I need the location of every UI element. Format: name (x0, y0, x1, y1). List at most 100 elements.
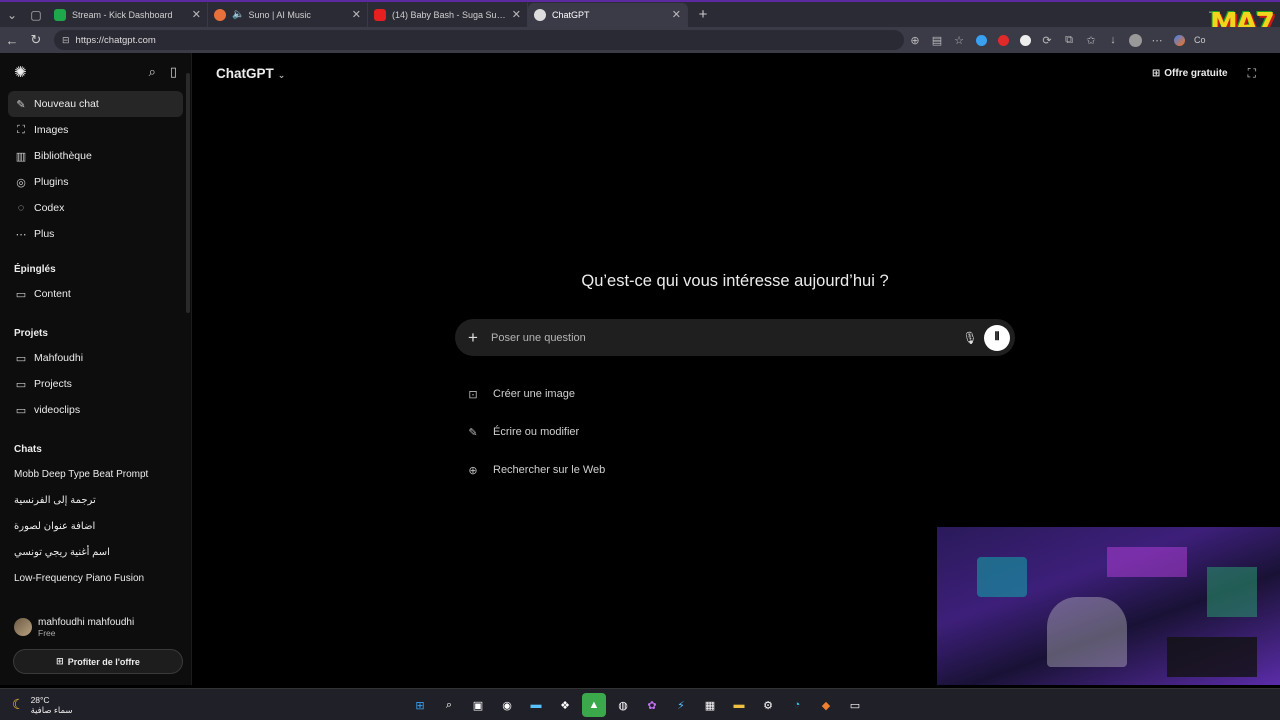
chat-history-item[interactable]: Mobb Deep Type Beat Prompt (0, 461, 191, 487)
close-tab-icon[interactable]: ✕ (672, 8, 681, 21)
user-profile[interactable]: mahfoudhi mahfoudhi Free (0, 612, 192, 642)
temporary-chat-icon[interactable]: ⛶ (1248, 66, 1256, 81)
task-view-icon[interactable]: ▣ (466, 693, 490, 717)
suggestion-label: Rechercher sur le Web (493, 464, 606, 476)
sidebar-scrollbar[interactable] (186, 73, 190, 313)
extensions-icon[interactable]: ⟳ (1036, 29, 1058, 51)
split-screen-icon[interactable]: ⧉ (1058, 29, 1080, 51)
app-icon[interactable]: ◉ (495, 693, 519, 717)
weather-widget[interactable]: ☾ 28°C سماء صافية (12, 695, 73, 715)
tab-actions-icon[interactable]: ⌄ (0, 3, 24, 27)
browser-tab[interactable]: Stream - Kick Dashboard ✕ (48, 2, 208, 27)
close-tab-icon[interactable]: ✕ (192, 8, 201, 21)
claim-offer-button[interactable]: ⊞ Profiter de l'offre (13, 649, 183, 674)
favorite-star-icon[interactable]: ☆ (948, 29, 970, 51)
sidebar-item-library[interactable]: ▥ Bibliothèque (8, 143, 183, 169)
app-icon[interactable]: ◍ (611, 693, 635, 717)
back-icon[interactable]: ← (0, 33, 24, 48)
microphone-icon[interactable]: 🎙 (956, 331, 984, 345)
openai-logo-icon[interactable]: ✺ (14, 63, 27, 81)
chevron-down-icon: ⌄ (277, 69, 286, 80)
sidebar-item-pinned[interactable]: ▭ Content (8, 281, 183, 307)
suggestion-write-edit[interactable]: ✎ Écrire ou modifier (465, 420, 579, 444)
extension-icon[interactable] (1014, 29, 1036, 51)
sidebar-item-label: Mahfoudhi (34, 352, 84, 364)
copilot-label[interactable]: Co (1194, 35, 1206, 45)
add-attachment-icon[interactable]: + (455, 328, 491, 348)
sidebar-item-project[interactable]: ▭ videoclips (8, 397, 183, 423)
browser-tab[interactable]: 🔈 Suno | AI Music ✕ (208, 2, 368, 27)
close-tab-icon[interactable]: ✕ (352, 8, 361, 21)
extension-icon[interactable] (992, 29, 1014, 51)
copilot-icon[interactable] (1168, 29, 1190, 51)
app-icon[interactable]: ◆ (814, 693, 838, 717)
chat-history-item[interactable]: اسم أغنية ريجي تونسي (0, 539, 124, 565)
search-icon[interactable]: ⌕ (437, 693, 461, 717)
sidebar-toggle-icon[interactable]: ▯ (170, 64, 177, 80)
new-tab-icon[interactable]: + (692, 6, 714, 23)
sidebar-item-more[interactable]: ⋯ Plus (8, 221, 183, 247)
refresh-icon[interactable]: ↻ (24, 32, 48, 48)
sidebar-item-project[interactable]: ▭ Mahfoudhi (8, 345, 183, 371)
app-icon[interactable]: ▬ (524, 693, 548, 717)
sidebar-item-images[interactable]: ⛶ Images (8, 117, 183, 143)
claim-offer-label: Profiter de l'offre (67, 656, 140, 667)
free-offer-link[interactable]: ⊞ Offre gratuite (1152, 68, 1228, 79)
chat-history-item[interactable]: ترجمة إلى الفرنسية (0, 487, 110, 513)
app-icon[interactable]: ⚙ (756, 693, 780, 717)
more-options-icon[interactable]: ⋯ (1146, 29, 1168, 51)
extension-icon[interactable] (970, 29, 992, 51)
sidebar-item-codex[interactable]: ◌ Codex (8, 195, 183, 221)
browser-tab[interactable]: (14) Baby Bash - Suga Suga (Offici ✕ (368, 2, 528, 27)
profile-avatar-icon[interactable] (1124, 29, 1146, 51)
browser-tab-strip: ⌄ ▢ Stream - Kick Dashboard ✕ 🔈 Suno | A… (0, 0, 1280, 39)
search-icon[interactable]: ⌕ (149, 64, 156, 80)
voice-mode-button[interactable]: ⦀ (984, 324, 1010, 351)
downloads-icon[interactable]: ↓ (1102, 29, 1124, 51)
windows-start-icon[interactable]: ⊞ (408, 693, 432, 717)
codex-icon: ◌ (17, 202, 25, 214)
suggestion-web-search[interactable]: ⊕ Rechercher sur le Web (465, 458, 605, 482)
speaker-icon[interactable]: 🔈 (232, 9, 244, 20)
webcam-overlay (937, 527, 1280, 685)
app-icon[interactable]: ❖ (553, 693, 577, 717)
terminal-icon[interactable]: ▭ (843, 693, 867, 717)
app-icon[interactable]: ⚡ (669, 693, 693, 717)
tab-title: Stream - Kick Dashboard (72, 9, 173, 20)
favorites-icon[interactable]: ✩ (1080, 29, 1102, 51)
suno-favicon-icon (214, 8, 226, 21)
chat-history-item[interactable]: Low-Frequency Piano Fusion (0, 565, 191, 591)
copilot-icon[interactable]: ✿ (640, 693, 664, 717)
chat-composer[interactable]: + Poser une question 🎙 ⦀ (455, 319, 1015, 356)
edit-icon: ✎ (16, 98, 26, 111)
main-header: ChatGPT ⌄ ⊞ Offre gratuite ⛶ (193, 53, 1280, 93)
sidebar-item-plugins[interactable]: ◎ Plugins (8, 169, 183, 195)
browser-tab-active[interactable]: ChatGPT ✕ (528, 2, 688, 27)
close-tab-icon[interactable]: ✕ (512, 8, 521, 21)
sidebar-item-project[interactable]: ▭ Projects (8, 371, 183, 397)
sidebar-item-label: Bibliothèque (34, 150, 92, 162)
app-icon[interactable]: ▦ (698, 693, 722, 717)
reader-icon[interactable]: ▤ (926, 29, 948, 51)
app-icon[interactable]: ▲ (582, 693, 606, 717)
workspaces-icon[interactable]: ▢ (24, 3, 48, 27)
model-selector[interactable]: ChatGPT ⌄ (216, 66, 285, 81)
sidebar-item-new-chat[interactable]: ✎ Nouveau chat (8, 91, 183, 117)
temperature: 28°C (30, 694, 50, 705)
image-icon: ⊡ (468, 388, 478, 401)
sidebar-item-label: Plus (34, 228, 55, 240)
site-info-icon[interactable]: ⊟ (62, 35, 70, 46)
sidebar-item-label: videoclips (34, 404, 81, 416)
sidebar: ✺ ⌕ ▯ ✎ Nouveau chat ⛶ Images ▥ Biblioth… (0, 53, 192, 685)
pinned-section-title: Épinglés (14, 263, 56, 275)
gift-icon: ⊞ (56, 656, 64, 666)
url-input[interactable]: ⊟ https://chatgpt.com (54, 30, 904, 50)
chat-history-item[interactable]: اضافة عنوان لصورة (0, 513, 110, 539)
taskbar-apps: ⊞ ⌕ ▣ ◉ ▬ ❖ ▲ ◍ ✿ ⚡ ▦ ▬ ⚙ ◔ ◆ ▭ (408, 693, 867, 717)
edge-browser-icon[interactable]: ◔ (785, 693, 809, 717)
zoom-icon[interactable]: ⊕ (904, 29, 926, 51)
file-explorer-icon[interactable]: ▬ (727, 693, 751, 717)
prompt-input[interactable]: Poser une question (491, 332, 956, 344)
suggestion-create-image[interactable]: ⊡ Créer une image (465, 382, 575, 406)
tab-title: (14) Baby Bash - Suga Suga (Offici (392, 9, 508, 20)
